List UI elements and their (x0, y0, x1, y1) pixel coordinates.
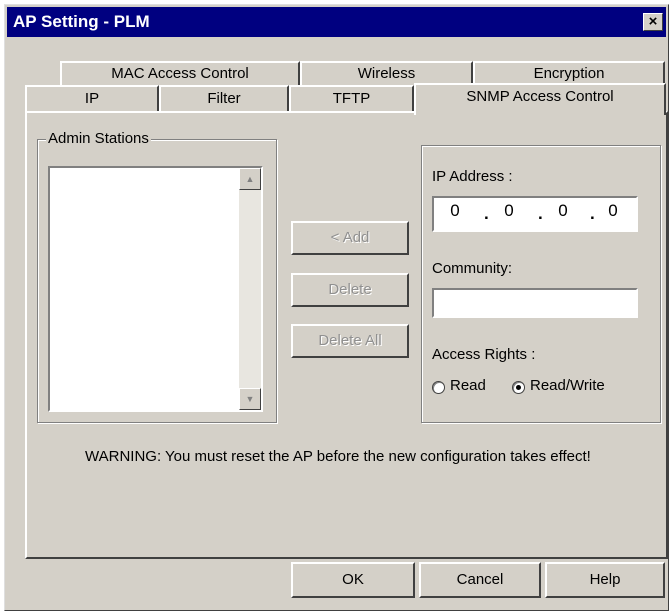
title-bar[interactable]: AP Setting - PLM × (7, 7, 666, 37)
close-button[interactable]: × (643, 13, 663, 31)
scroll-down-icon: ▼ (245, 394, 255, 404)
close-icon: × (648, 13, 658, 30)
help-button[interactable]: Help (545, 562, 665, 598)
scroll-up-icon: ▲ (245, 174, 255, 184)
tab-encryption[interactable]: Encryption (473, 61, 665, 85)
window-title: AP Setting - PLM (13, 12, 150, 31)
tab-ip[interactable]: IP (25, 85, 159, 111)
ip-octet-1: 0 (450, 201, 460, 220)
ok-button[interactable]: OK (291, 562, 415, 598)
ip-separator: . (484, 204, 489, 223)
radio-read-write[interactable] (512, 381, 525, 394)
tab-wireless[interactable]: Wireless (300, 61, 473, 85)
add-button[interactable]: < Add (291, 221, 409, 255)
admin-stations-label: Admin Stations (46, 130, 151, 147)
radio-read-label[interactable]: Read (450, 377, 486, 394)
cancel-button[interactable]: Cancel (419, 562, 541, 598)
tab-snmp-access-control[interactable]: SNMP Access Control (414, 83, 666, 115)
radio-selected-dot (516, 385, 521, 390)
scroll-down-button[interactable]: ▼ (239, 388, 261, 410)
delete-button[interactable]: Delete (291, 273, 409, 307)
tab-tftp[interactable]: TFTP (289, 85, 414, 111)
admin-stations-list[interactable]: ▲ ▼ (48, 166, 263, 412)
community-label: Community: (432, 260, 513, 277)
access-rights-label: Access Rights : (432, 346, 536, 363)
admin-stations-scrollbar[interactable]: ▲ ▼ (239, 168, 261, 410)
ip-octet-2: 0 (504, 201, 514, 220)
ip-octet-3: 0 (558, 201, 568, 220)
community-input[interactable] (432, 288, 638, 318)
ip-separator: . (538, 204, 543, 223)
ip-address-field[interactable]: 0 . 0 . 0 . 0 (432, 196, 638, 232)
station-details-group: IP Address : 0 . 0 . 0 . 0 Community: Ac… (421, 145, 661, 423)
radio-read-write-label[interactable]: Read/Write (530, 377, 605, 394)
delete-all-button[interactable]: Delete All (291, 324, 409, 358)
ip-address-label: IP Address : (432, 168, 513, 185)
admin-stations-group: Admin Stations ▲ ▼ (37, 130, 277, 423)
tab-mac-access-control[interactable]: MAC Access Control (60, 61, 300, 85)
scroll-up-button[interactable]: ▲ (239, 168, 261, 190)
reset-warning: WARNING: You must reset the AP before th… (85, 448, 591, 465)
ap-setting-dialog: AP Setting - PLM × MAC Access Control Wi… (4, 4, 669, 611)
tab-filter[interactable]: Filter (159, 85, 289, 111)
radio-read[interactable] (432, 381, 445, 394)
ip-separator: . (590, 204, 595, 223)
snmp-access-control-panel: Admin Stations ▲ ▼ < Add Delete Delete A… (25, 111, 668, 559)
ip-octet-4: 0 (608, 201, 618, 220)
